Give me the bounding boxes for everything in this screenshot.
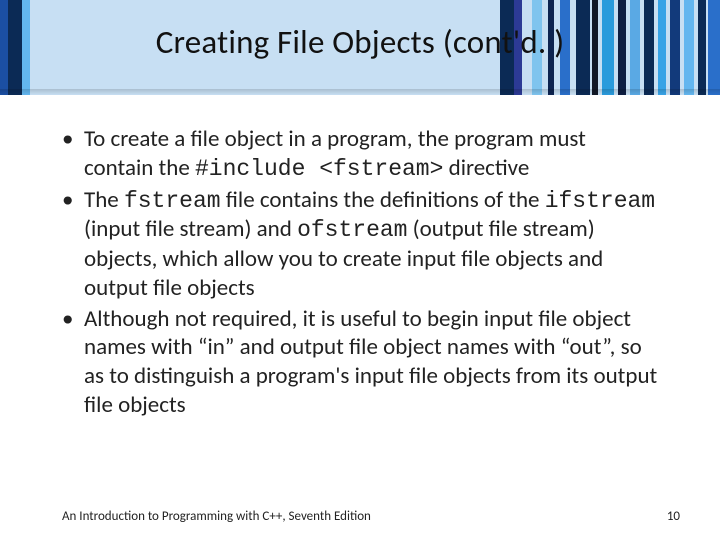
- bullet-item: Although not required, it is useful to b…: [62, 305, 660, 420]
- code-span: fstream: [124, 188, 221, 214]
- text-span: (input file stream) and: [84, 215, 297, 243]
- code-span: ofstream: [297, 217, 407, 243]
- code-span: ifstream: [545, 188, 655, 214]
- slide-body: To create a file object in a program, th…: [62, 125, 660, 422]
- bullet-list: To create a file object in a program, th…: [62, 125, 660, 420]
- bullet-item: To create a file object in a program, th…: [62, 125, 660, 184]
- slide-title: Creating File Objects (cont'd. ): [0, 22, 720, 62]
- slide: Creating File Objects (cont'd. ) To crea…: [0, 0, 720, 540]
- page-number: 10: [667, 509, 680, 524]
- text-span: directive: [443, 154, 529, 182]
- code-span: #include <fstream>: [195, 156, 443, 182]
- footer-text: An Introduction to Programming with C++,…: [62, 509, 660, 524]
- bullet-item: The fstream file contains the definition…: [62, 186, 660, 303]
- text-span: The: [84, 186, 124, 214]
- text-span: Although not required, it is useful to b…: [84, 305, 657, 419]
- text-span: file contains the definitions of the: [221, 186, 545, 214]
